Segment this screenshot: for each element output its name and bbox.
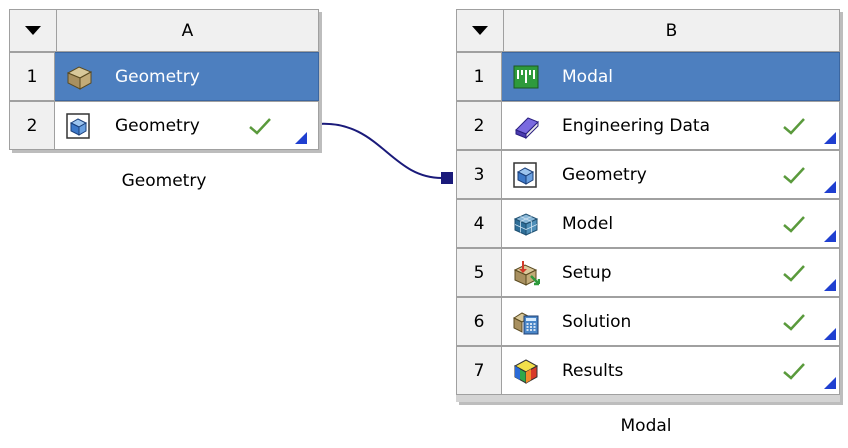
row-cell[interactable]: Solution [502, 297, 840, 346]
row-label: Modal [562, 66, 613, 87]
row-cell[interactable]: Geometry [55, 52, 319, 101]
system-b-row-7[interactable]: 7 Results [456, 346, 840, 395]
system-b: B 1 Modal 2 Engineering Data 3 Geometry … [456, 9, 840, 436]
engineering-data-icon [515, 117, 539, 140]
row-label: Geometry [115, 66, 200, 87]
row-number: 7 [456, 346, 502, 395]
check-icon [783, 167, 805, 184]
system-a-row-2[interactable]: 2 Geometry [9, 101, 319, 150]
dropdown-arrow-icon [472, 26, 488, 35]
corner-marker-icon [824, 230, 836, 242]
geometry-cell-icon [513, 162, 537, 188]
check-icon [783, 118, 805, 135]
check-icon [783, 265, 805, 282]
corner-marker-icon [295, 132, 307, 144]
row-label: Engineering Data [562, 115, 710, 136]
row-label: Solution [562, 311, 632, 332]
row-cell[interactable]: Engineering Data [502, 101, 840, 150]
row-number: 1 [9, 52, 55, 101]
row-label: Model [562, 213, 614, 234]
setup-icon [513, 261, 540, 286]
row-label: Geometry [562, 164, 647, 185]
system-b-row-2[interactable]: 2 Engineering Data [456, 101, 840, 150]
row-number: 2 [456, 101, 502, 150]
row-number: 1 [456, 52, 502, 101]
geometry-cell-icon [66, 113, 90, 139]
row-number: 4 [456, 199, 502, 248]
system-a-column-letter: A [181, 20, 194, 41]
input-port-icon[interactable] [441, 172, 453, 184]
check-icon [783, 314, 805, 331]
modal-icon [513, 65, 539, 89]
system-a-menu-button[interactable] [10, 10, 57, 51]
row-cell[interactable]: Model [502, 199, 840, 248]
geometry-system-icon [66, 66, 93, 90]
row-number: 2 [9, 101, 55, 150]
corner-marker-icon [824, 279, 836, 291]
corner-marker-icon [824, 328, 836, 340]
row-label: Setup [562, 262, 612, 283]
system-a: A 1 Geometry 2 Geometry Geometry [9, 9, 319, 191]
row-number: 5 [456, 248, 502, 297]
results-icon [513, 359, 539, 384]
row-number: 3 [456, 150, 502, 199]
corner-marker-icon [824, 377, 836, 389]
system-b-row-4[interactable]: 4 Model [456, 199, 840, 248]
model-icon [513, 213, 539, 236]
corner-marker-icon [824, 132, 836, 144]
system-a-row-1[interactable]: 1 Geometry [9, 52, 319, 101]
system-a-header: A [9, 9, 319, 52]
system-a-caption[interactable]: Geometry [69, 171, 259, 191]
system-b-row-6[interactable]: 6 Solution [456, 297, 840, 346]
system-b-row-1[interactable]: 1 Modal [456, 52, 840, 101]
check-icon [783, 216, 805, 233]
corner-marker-icon [824, 181, 836, 193]
row-number: 6 [456, 297, 502, 346]
system-b-column-letter: B [665, 20, 678, 41]
dropdown-arrow-icon [25, 26, 41, 35]
row-cell[interactable]: Setup [502, 248, 840, 297]
system-b-caption[interactable]: Modal [496, 416, 796, 436]
solution-icon [512, 312, 539, 335]
row-cell[interactable]: Geometry [502, 150, 840, 199]
row-label: Geometry [115, 115, 200, 136]
system-b-menu-button[interactable] [457, 10, 504, 51]
check-icon [783, 363, 805, 380]
row-label: Results [562, 360, 624, 381]
system-b-row-3[interactable]: 3 Geometry [456, 150, 840, 199]
row-cell[interactable]: Modal [502, 52, 840, 101]
system-b-row-5[interactable]: 5 Setup [456, 248, 840, 297]
row-cell[interactable]: Results [502, 346, 840, 395]
system-b-header: B [456, 9, 840, 52]
row-cell[interactable]: Geometry [55, 101, 319, 150]
check-icon [249, 118, 271, 135]
